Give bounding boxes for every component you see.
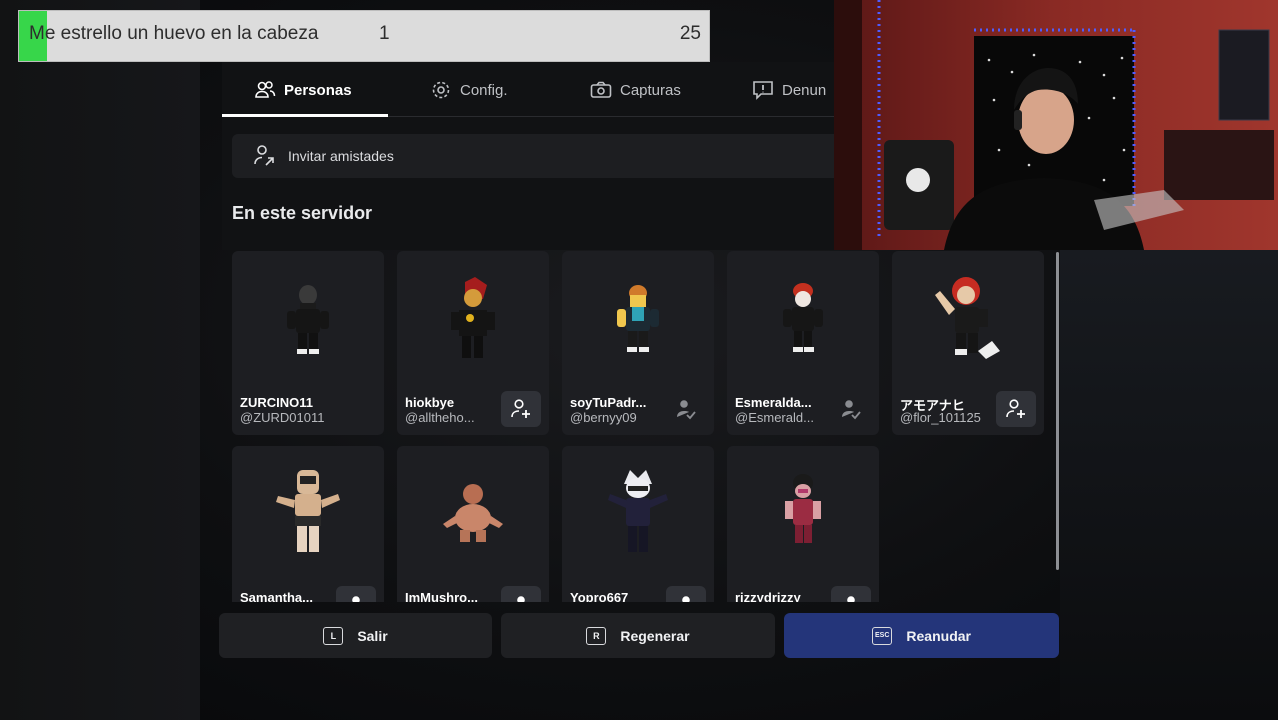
avatar bbox=[397, 446, 549, 586]
tab-denunciar[interactable]: Denun bbox=[752, 64, 826, 116]
player-handle: @Esmerald... bbox=[735, 410, 814, 425]
add-friend-button[interactable] bbox=[831, 586, 871, 602]
request-sent-indicator bbox=[666, 391, 706, 427]
key-hint: L bbox=[323, 626, 344, 645]
invite-icon bbox=[252, 143, 276, 170]
stream-poll-bar: Me estrello un huevo en la cabeza 1 25 bbox=[18, 10, 710, 62]
player-name: Yopro667 bbox=[570, 590, 629, 602]
player-name: Samantha... bbox=[240, 590, 313, 602]
request-pending-icon bbox=[847, 596, 855, 602]
player-name: rizzydrizzy bbox=[735, 590, 801, 602]
tab-label: Capturas bbox=[620, 81, 681, 99]
player-list-scrollbar[interactable] bbox=[1056, 252, 1059, 570]
player-name: hiokbye bbox=[405, 395, 455, 410]
player-name: soyTuPadr... bbox=[570, 395, 647, 410]
request-pending-icon bbox=[517, 596, 525, 602]
avatar bbox=[232, 446, 384, 586]
add-friend-icon bbox=[511, 399, 530, 418]
player-name: Esmeralda... bbox=[735, 395, 812, 410]
poll-count-a: 1 bbox=[379, 23, 390, 44]
player-name: ZURCINO11 bbox=[240, 395, 313, 410]
tab-label: Personas bbox=[284, 81, 352, 99]
player-card[interactable]: ImMushro... bbox=[397, 446, 549, 602]
player-handle: @ZURD01011 bbox=[240, 410, 325, 425]
request-pending-icon bbox=[352, 596, 360, 602]
player-grid: ZURCINO11 @ZURD01011 hiokbye @alltheho..… bbox=[226, 246, 1056, 602]
player-name: ImMushro... bbox=[405, 590, 478, 602]
webcam-overlay bbox=[834, 0, 1278, 250]
player-card[interactable]: soyTuPadr... @bernyy09 bbox=[562, 251, 714, 435]
tab-label: Denun bbox=[782, 81, 827, 99]
gear-icon bbox=[430, 79, 452, 101]
player-handle: @flor_101125 bbox=[900, 410, 981, 425]
request-sent-indicator bbox=[831, 391, 871, 427]
tab-personas[interactable]: Personas bbox=[254, 64, 352, 116]
button-label: Salir bbox=[357, 627, 388, 644]
avatar bbox=[397, 251, 549, 391]
add-friend-button[interactable] bbox=[501, 391, 541, 427]
poll-question: Me estrello un huevo en la cabeza bbox=[29, 23, 319, 44]
add-friend-icon bbox=[1006, 399, 1025, 418]
player-card[interactable]: Yopro667 bbox=[562, 446, 714, 602]
avatar bbox=[232, 251, 384, 391]
reset-character-button[interactable]: R Regenerar bbox=[501, 613, 775, 658]
player-handle: @bernyy09 bbox=[570, 410, 637, 425]
key-hint: ESC bbox=[872, 626, 893, 645]
resume-button[interactable]: ESC Reanudar bbox=[784, 613, 1059, 658]
add-friend-button[interactable] bbox=[996, 391, 1036, 427]
tab-capturas[interactable]: Capturas bbox=[590, 64, 681, 116]
avatar bbox=[562, 446, 714, 586]
button-label: Regenerar bbox=[620, 627, 690, 644]
section-title: En este servidor bbox=[232, 203, 373, 223]
player-card[interactable]: hiokbye @alltheho... bbox=[397, 251, 549, 435]
camera-icon bbox=[590, 79, 612, 101]
tab-label: Config. bbox=[460, 81, 508, 99]
player-card[interactable]: Esmeralda... @Esmerald... bbox=[727, 251, 879, 435]
avatar bbox=[562, 251, 714, 391]
game-scene-left bbox=[0, 0, 200, 720]
player-card[interactable]: rizzydrizzy bbox=[727, 446, 879, 602]
player-card[interactable]: アモアナヒ @flor_101125 bbox=[892, 251, 1044, 435]
active-tab-indicator bbox=[222, 114, 388, 117]
request-pending-icon bbox=[842, 400, 861, 420]
tab-config[interactable]: Config. bbox=[430, 64, 508, 116]
report-icon bbox=[752, 79, 774, 101]
request-pending-icon bbox=[682, 596, 690, 602]
webcam-image bbox=[834, 0, 1278, 250]
add-friend-button[interactable] bbox=[336, 586, 376, 602]
player-card[interactable]: ZURCINO11 @ZURD01011 bbox=[232, 251, 384, 435]
poll-count-b: 25 bbox=[679, 23, 701, 44]
player-card[interactable]: Samantha... bbox=[232, 446, 384, 602]
add-friend-button[interactable] bbox=[501, 586, 541, 602]
avatar bbox=[727, 251, 879, 391]
player-handle: @alltheho... bbox=[405, 410, 475, 425]
key-hint: R bbox=[586, 626, 607, 645]
button-label: Reanudar bbox=[906, 627, 971, 644]
game-scene-right bbox=[1060, 250, 1278, 720]
leave-button[interactable]: L Salir bbox=[219, 613, 492, 658]
request-pending-icon bbox=[677, 400, 696, 420]
invite-label: Invitar amistades bbox=[288, 148, 394, 164]
people-icon bbox=[254, 79, 276, 101]
avatar bbox=[727, 446, 879, 586]
invite-friends-button[interactable]: Invitar amistades bbox=[232, 134, 834, 178]
add-friend-button[interactable] bbox=[666, 586, 706, 602]
avatar bbox=[892, 251, 1044, 391]
menu-tabs: Personas Config. Capturas Denun bbox=[222, 64, 834, 116]
